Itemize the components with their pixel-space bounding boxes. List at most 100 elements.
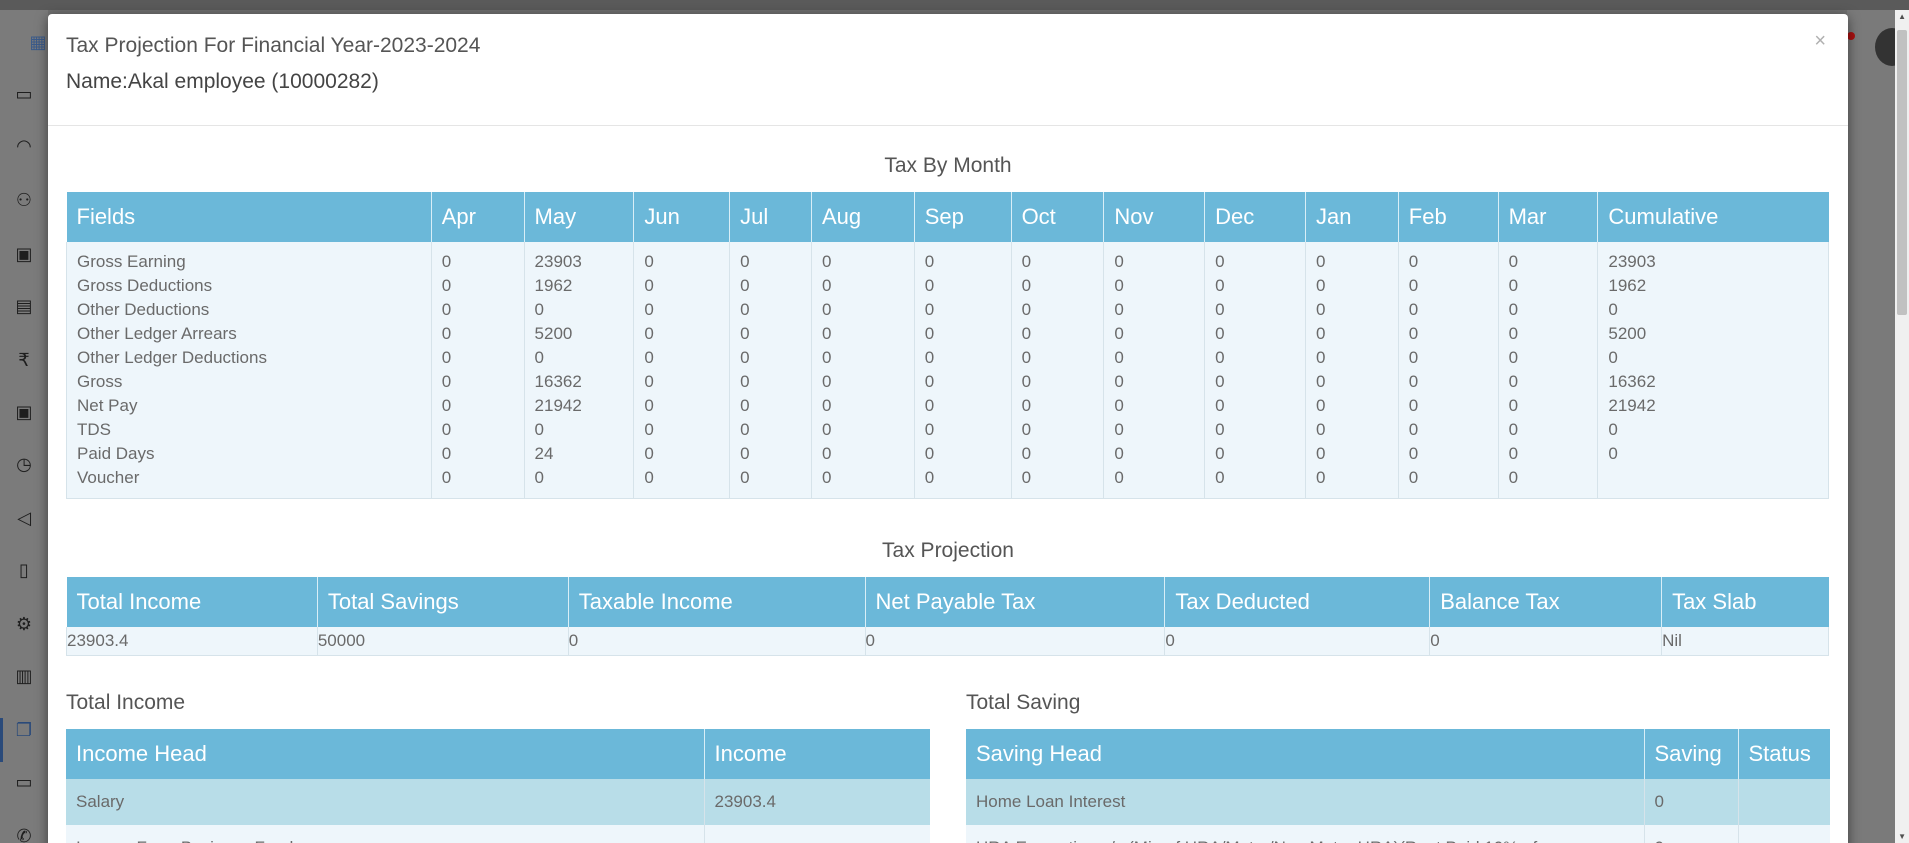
table-cell: 0	[1305, 394, 1399, 418]
table-cell: 0	[811, 466, 915, 498]
table-cell: 0	[811, 370, 915, 394]
column-header: Balance Tax	[1429, 577, 1663, 627]
table-cell: 0	[914, 466, 1012, 498]
table-cell: 0	[1644, 779, 1739, 825]
scroll-up-arrow-icon[interactable]: ▲	[1898, 12, 1906, 21]
table-cell: 16362	[524, 370, 635, 394]
table-cell: 0	[431, 442, 525, 466]
table-cell: Salary	[66, 779, 705, 825]
table-cell: 0	[729, 346, 812, 370]
table-cell: 0	[1398, 346, 1499, 370]
table-cell	[1738, 779, 1830, 825]
table-cell: 0	[1498, 370, 1599, 394]
column-header: Tax Deducted	[1164, 577, 1431, 627]
total-income-table: Income HeadIncome Salary23903.4Income Fr…	[66, 729, 930, 843]
calendar-icon[interactable]: ▣	[12, 242, 36, 266]
id-card-icon[interactable]: ▭	[12, 82, 36, 106]
table-cell: 21942	[524, 394, 635, 418]
page-scrollbar[interactable]: ▲ ▼	[1895, 10, 1909, 843]
table-cell: 0	[431, 394, 525, 418]
table-row: Other Ledger Arrears 0 5200 0 0 0 0 0 0 0 0 0 0 5200	[66, 322, 1829, 346]
table-cell: 0	[633, 442, 731, 466]
table-cell: TDS	[66, 418, 432, 442]
table-cell: 0	[729, 466, 812, 498]
column-header: May	[524, 192, 635, 242]
table-cell: 0	[431, 274, 525, 298]
table-row: Voucher 0 0 0 0 0 0 0 0 0 0 0 0	[66, 466, 1829, 498]
table-cell: 0	[1011, 466, 1105, 498]
table-cell: 0	[1597, 298, 1829, 322]
table-cell: 0	[1011, 322, 1105, 346]
table-cell: 23903.4	[66, 627, 318, 656]
table-cell: 23903	[1597, 242, 1829, 274]
table-cell: 0	[1305, 322, 1399, 346]
scroll-down-arrow-icon[interactable]: ▼	[1898, 832, 1906, 841]
table-cell: 0	[431, 418, 525, 442]
table-cell: Gross	[66, 370, 432, 394]
modal-header: Tax Projection For Financial Year-2023-2…	[48, 14, 1848, 126]
table-cell: HRA Exemption u/s (Min of HRA/Metro/Non …	[966, 825, 1645, 843]
bar-chart-icon[interactable]: ▥	[12, 664, 36, 688]
table-cell: 0	[729, 394, 812, 418]
table-cell: 0	[1305, 370, 1399, 394]
table-cell: 0	[1305, 274, 1399, 298]
dashboard-icon[interactable]: ◠	[12, 134, 36, 158]
table-cell: 0	[1103, 394, 1206, 418]
phone-icon[interactable]: ✆	[12, 824, 36, 843]
user-icon[interactable]: ⚇	[12, 188, 36, 212]
table-cell: Gross Deductions	[66, 274, 432, 298]
table-cell: 0	[1597, 346, 1829, 370]
table-cell: Net Pay	[66, 394, 432, 418]
table-cell: 0	[633, 418, 731, 442]
column-header: Mar	[1498, 192, 1599, 242]
table-cell: Income From Business Fund	[66, 825, 705, 843]
megaphone-icon[interactable]: ◁	[12, 506, 36, 530]
table-cell: 0	[729, 322, 812, 346]
table-cell: 0	[1103, 242, 1206, 274]
table-cell: 0	[1644, 825, 1739, 843]
table-cell: 0	[1429, 627, 1663, 656]
column-header: Dec	[1204, 192, 1306, 242]
table-row: Income From Business Fund	[66, 825, 930, 843]
table-cell: 0	[1204, 370, 1306, 394]
total-saving-title: Total Saving	[966, 691, 1081, 714]
clock-icon[interactable]: ◷	[12, 452, 36, 476]
briefcase-icon[interactable]: ▭	[12, 770, 36, 794]
scroll-thumb[interactable]	[1897, 30, 1907, 315]
table-cell: 0	[1398, 394, 1499, 418]
table-cell: 0	[431, 370, 525, 394]
receipt-icon[interactable]: ▤	[12, 294, 36, 318]
close-icon[interactable]: ×	[1814, 30, 1826, 53]
documents-icon[interactable]: ❐	[12, 718, 36, 742]
table-cell: 0	[633, 394, 731, 418]
column-header: Saving	[1644, 729, 1739, 779]
table-cell: 0	[1597, 418, 1829, 442]
table-cell: Other Ledger Arrears	[66, 322, 432, 346]
table-cell: 0	[1204, 298, 1306, 322]
column-header: Feb	[1398, 192, 1499, 242]
table-row: Salary 23903.4	[66, 779, 930, 825]
grid-icon[interactable]: ▦	[26, 30, 50, 54]
table-cell: 0	[811, 418, 915, 442]
column-header: Aug	[811, 192, 915, 242]
table-cell	[1738, 825, 1830, 843]
book-icon[interactable]: ▯	[12, 558, 36, 582]
column-header: Tax Slab	[1661, 577, 1829, 627]
rupee-icon[interactable]: ₹	[12, 348, 36, 372]
notification-dot	[1847, 32, 1855, 40]
settings-icon[interactable]: ⚙	[12, 612, 36, 636]
total-saving-table: Saving Head Saving Status Home Loan Intere…	[966, 729, 1830, 843]
table-cell: 0	[914, 346, 1012, 370]
column-header: Nov	[1103, 192, 1206, 242]
table-cell: 0	[1103, 370, 1206, 394]
table-cell: 0	[811, 298, 915, 322]
table-row: HRA Exemption u/s (Min of HRA/Metro/Non …	[966, 825, 1830, 843]
table-cell: 23903	[524, 242, 635, 274]
table-row: Paid Days 0 24 0 0 0 0 0 0 0 0 0 0 0	[66, 442, 1829, 466]
calendar-check-icon[interactable]: ▣	[12, 400, 36, 424]
column-header: Total Income	[66, 577, 318, 627]
column-header: Fields	[66, 192, 432, 242]
table-cell: 0	[524, 346, 635, 370]
table-row: 23903.4 50000 0 0 0 0 Nil	[66, 627, 1829, 656]
table-cell: 0	[914, 298, 1012, 322]
